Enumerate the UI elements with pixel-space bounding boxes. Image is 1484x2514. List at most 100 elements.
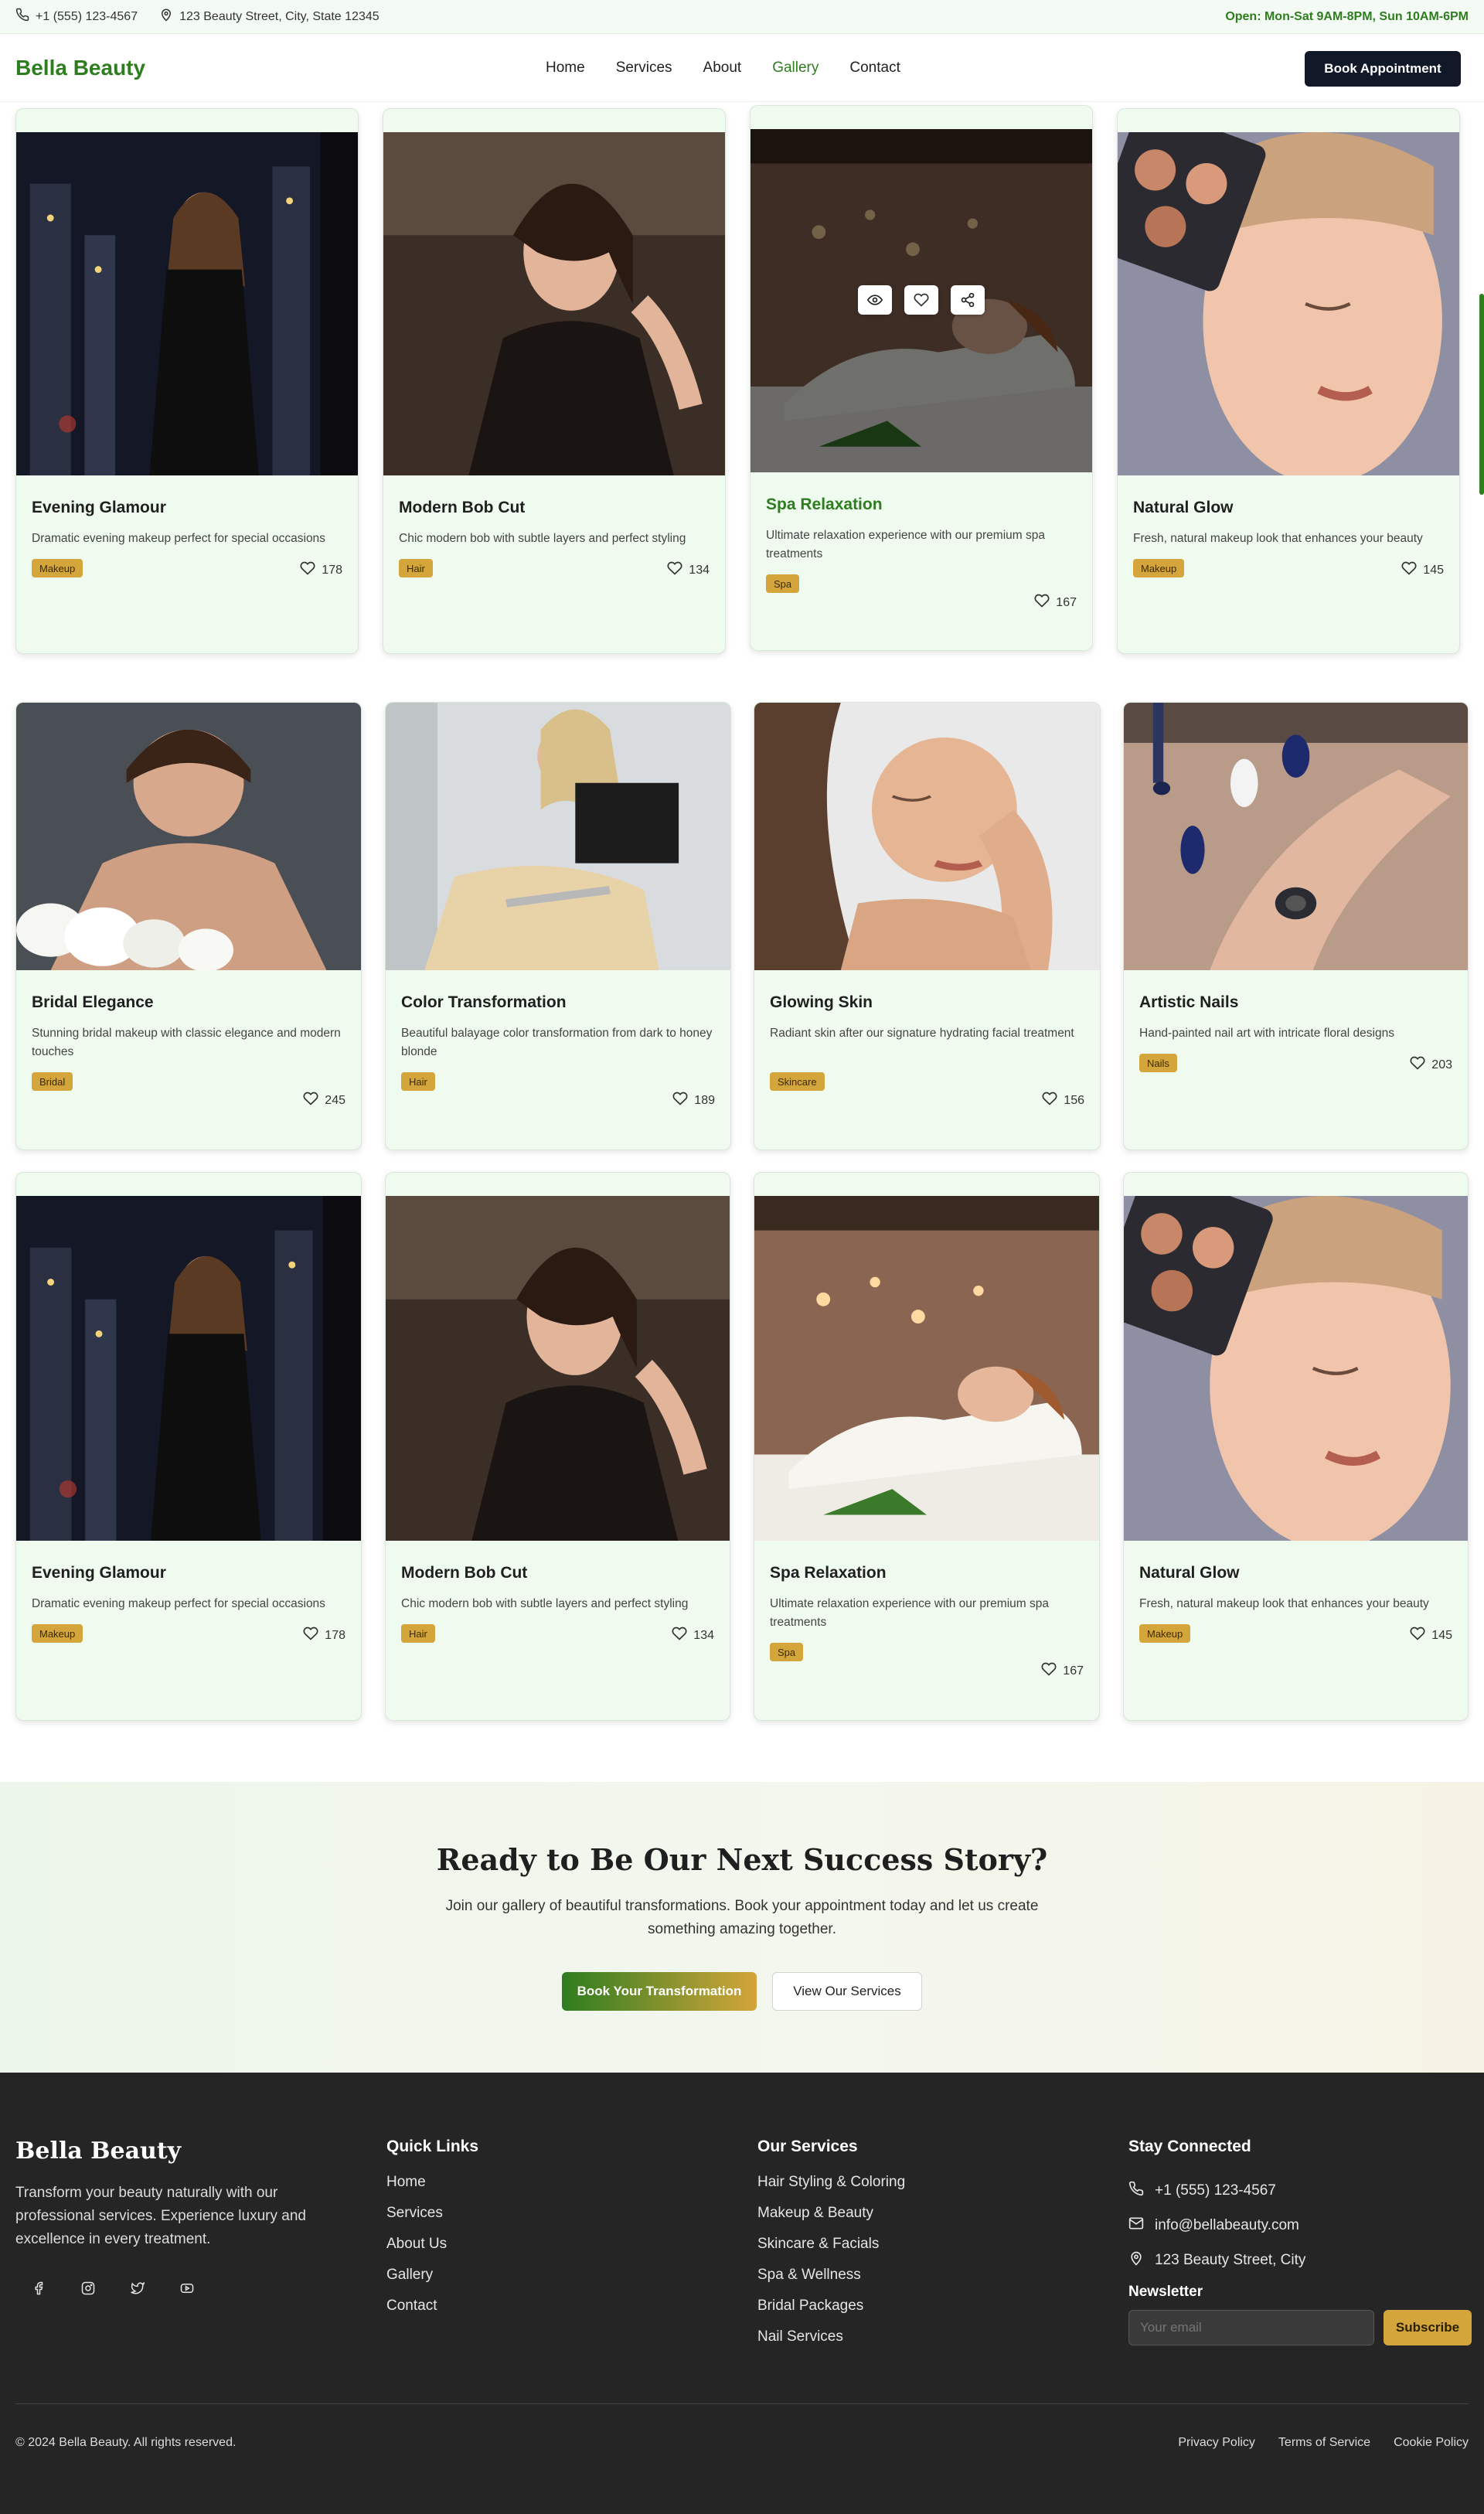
privacy-policy-link[interactable]: Privacy Policy xyxy=(1178,2436,1255,2450)
twitter-icon[interactable] xyxy=(124,2274,151,2302)
category-tag: Makeup xyxy=(1133,559,1185,577)
like-count-value: 156 xyxy=(1064,1093,1084,1107)
like-count[interactable]: 145 xyxy=(1410,1626,1452,1645)
footer-link-contact[interactable]: Contact xyxy=(386,2297,478,2328)
heart-icon[interactable] xyxy=(904,285,938,315)
map-pin-icon xyxy=(1128,2250,1144,2270)
like-count[interactable]: 203 xyxy=(1410,1055,1452,1075)
book-appointment-button[interactable]: Book Appointment xyxy=(1305,51,1461,87)
footer-service-skincare[interactable]: Skincare & Facials xyxy=(757,2235,905,2266)
footer-address-text: 123 Beauty Street, City xyxy=(1155,2251,1306,2268)
gallery-card[interactable]: Modern Bob Cut Chic modern bob with subtl… xyxy=(383,108,726,654)
cta-section: Ready to Be Our Next Success Story? Join… xyxy=(0,1782,1484,2073)
card-title: Color Transformation xyxy=(401,993,567,1011)
gallery-card[interactable]: Natural Glow Fresh, natural makeup look t… xyxy=(1123,1172,1469,1721)
scrollbar-thumb[interactable] xyxy=(1479,294,1484,495)
newsletter-heading: Newsletter xyxy=(1128,2284,1203,2300)
like-count[interactable]: 167 xyxy=(1041,1661,1084,1681)
heart-icon xyxy=(303,1626,318,1645)
gallery-card[interactable]: Evening Glamour Dramatic evening makeup p… xyxy=(15,108,359,654)
modern-bob-photo[interactable] xyxy=(386,1196,730,1541)
gallery-card[interactable]: Artistic Nails Hand-painted nail art with… xyxy=(1123,702,1469,1150)
natural-glow-photo[interactable] xyxy=(1118,132,1459,475)
category-tag: Makeup xyxy=(32,559,83,577)
like-count[interactable]: 245 xyxy=(303,1091,345,1110)
gallery-card[interactable]: Spa Relaxation Ultimate relaxation experi… xyxy=(750,105,1093,651)
like-count[interactable]: 134 xyxy=(667,560,710,580)
spa-relaxation-photo[interactable] xyxy=(754,1196,1099,1541)
terms-link[interactable]: Terms of Service xyxy=(1278,2436,1370,2450)
footer-brand-column: Bella Beauty Transform your beauty natur… xyxy=(15,2138,317,2302)
view-services-button[interactable]: View Our Services xyxy=(772,1972,922,2011)
heart-icon xyxy=(1042,1091,1057,1110)
gallery-card[interactable]: Evening Glamour Dramatic evening makeup p… xyxy=(15,1172,362,1721)
share-icon[interactable] xyxy=(951,285,985,315)
like-count-value: 167 xyxy=(1063,1664,1084,1678)
like-count[interactable]: 134 xyxy=(672,1626,714,1645)
nav-link-services[interactable]: Services xyxy=(616,60,672,77)
gallery-card[interactable]: Modern Bob Cut Chic modern bob with subtl… xyxy=(385,1172,730,1721)
footer-service-spa[interactable]: Spa & Wellness xyxy=(757,2266,905,2297)
cookie-policy-link[interactable]: Cookie Policy xyxy=(1394,2436,1469,2450)
topbar-phone[interactable]: +1 (555) 123-4567 xyxy=(15,8,138,26)
like-count[interactable]: 156 xyxy=(1042,1091,1084,1110)
subscribe-button[interactable]: Subscribe xyxy=(1384,2310,1472,2345)
site-footer: Bella Beauty Transform your beauty natur… xyxy=(0,2073,1484,2514)
view-icon[interactable] xyxy=(858,285,892,315)
gallery-card[interactable]: Natural Glow Fresh, natural makeup look t… xyxy=(1117,108,1460,654)
footer-link-gallery[interactable]: Gallery xyxy=(386,2266,478,2297)
nav-link-gallery[interactable]: Gallery xyxy=(772,60,819,77)
evening-glamour-photo[interactable] xyxy=(16,132,358,475)
gallery-card[interactable]: Spa Relaxation Ultimate relaxation experi… xyxy=(754,1172,1100,1721)
footer-link-home[interactable]: Home xyxy=(386,2173,478,2204)
footer-service-bridal[interactable]: Bridal Packages xyxy=(757,2297,905,2328)
footer-email-text: info@bellabeauty.com xyxy=(1155,2216,1299,2233)
modern-bob-photo[interactable] xyxy=(383,132,725,475)
nav-link-about[interactable]: About xyxy=(703,60,742,77)
like-count[interactable]: 189 xyxy=(672,1091,715,1110)
card-title: Spa Relaxation xyxy=(770,1564,887,1582)
footer-link-about[interactable]: About Us xyxy=(386,2235,478,2266)
footer-service-makeup[interactable]: Makeup & Beauty xyxy=(757,2204,905,2235)
youtube-icon[interactable] xyxy=(173,2274,201,2302)
like-count[interactable]: 178 xyxy=(303,1626,345,1645)
like-count-value: 167 xyxy=(1056,595,1077,609)
gallery-card[interactable]: Glowing Skin Radiant skin after our signa… xyxy=(754,702,1101,1150)
category-tag: Hair xyxy=(401,1624,435,1643)
legal-links: Privacy Policy Terms of Service Cookie P… xyxy=(1178,2436,1469,2450)
footer-phone[interactable]: +1 (555) 123-4567 xyxy=(1128,2173,1472,2208)
top-info-bar: +1 (555) 123-4567 123 Beauty Street, Cit… xyxy=(0,0,1484,34)
footer-service-nails[interactable]: Nail Services xyxy=(757,2328,905,2359)
gallery-card[interactable]: Color Transformation Beautiful balayage c… xyxy=(385,702,731,1150)
heart-icon xyxy=(1410,1055,1425,1075)
evening-glamour-photo[interactable] xyxy=(16,1196,361,1541)
brand-logo[interactable]: Bella Beauty xyxy=(15,56,145,80)
footer-link-services[interactable]: Services xyxy=(386,2204,478,2235)
footer-service-hair[interactable]: Hair Styling & Coloring xyxy=(757,2173,905,2204)
artistic-nails-photo[interactable] xyxy=(1124,703,1468,970)
footer-email[interactable]: info@bellabeauty.com xyxy=(1128,2208,1472,2243)
bridal-elegance-photo[interactable] xyxy=(16,703,361,970)
color-transformation-photo[interactable] xyxy=(386,703,730,970)
category-tag: Hair xyxy=(399,559,433,577)
copyright: © 2024 Bella Beauty. All rights reserved… xyxy=(15,2436,237,2449)
like-count[interactable]: 178 xyxy=(300,560,342,580)
nav-link-home[interactable]: Home xyxy=(546,60,585,77)
book-transformation-button[interactable]: Book Your Transformation xyxy=(562,1972,757,2011)
cta-text: Join our gallery of beautiful transforma… xyxy=(445,1898,1039,1937)
natural-glow-photo[interactable] xyxy=(1124,1196,1468,1541)
like-count[interactable]: 145 xyxy=(1401,560,1444,580)
gallery-card[interactable]: Bridal Elegance Stunning bridal makeup wi… xyxy=(15,702,362,1150)
facebook-icon[interactable] xyxy=(25,2274,53,2302)
card-title: Natural Glow xyxy=(1139,1564,1240,1582)
card-title: Artistic Nails xyxy=(1139,993,1239,1011)
footer-brand: Bella Beauty xyxy=(15,2138,182,2165)
heart-icon xyxy=(303,1091,318,1110)
newsletter-email-input[interactable] xyxy=(1128,2310,1374,2345)
card-title: Evening Glamour xyxy=(32,499,166,516)
instagram-icon[interactable] xyxy=(74,2274,102,2302)
glowing-skin-photo[interactable] xyxy=(754,703,1100,970)
nav-link-contact[interactable]: Contact xyxy=(849,60,900,77)
heart-icon xyxy=(1410,1626,1425,1645)
like-count[interactable]: 167 xyxy=(1034,593,1077,612)
